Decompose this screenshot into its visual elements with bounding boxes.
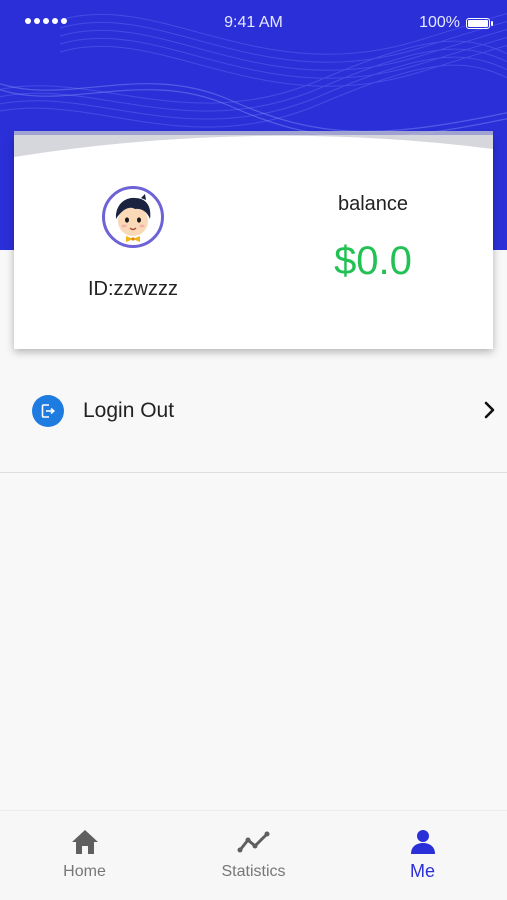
home-icon [70,828,100,861]
card-top-curve [14,131,493,157]
login-out-row[interactable]: Login Out [0,350,507,472]
battery-indicator: 100% [419,14,493,32]
tab-home-label: Home [63,863,106,880]
avatar[interactable] [102,186,164,248]
login-out-label: Login Out [83,399,175,422]
tab-statistics-label: Statistics [221,863,286,880]
profile-card: ID:zzwzzz balance $0.0 [14,131,493,349]
balance-label: balance [337,193,409,215]
person-icon [409,828,437,861]
avatar-face-icon [115,194,151,242]
me-screen: 9:41 AM 100% ID:zzwzzz balance $0.0 Logi… [0,0,507,900]
bottom-tab-bar: Home Statistics Me [0,810,507,900]
chevron-right-icon [483,400,497,425]
tab-me-label: Me [409,861,435,881]
divider [0,472,507,473]
trend-line-icon [237,828,271,861]
battery-percent: 100% [419,14,460,31]
balance-value: $0.0 [334,239,412,283]
tab-me[interactable]: Me [338,811,507,900]
tab-home[interactable]: Home [0,811,169,900]
logout-icon [32,395,64,427]
user-id: ID:zzwzzz [88,278,178,300]
tab-statistics[interactable]: Statistics [169,811,338,900]
status-bar: 9:41 AM 100% [0,0,507,46]
battery-icon [466,17,493,29]
